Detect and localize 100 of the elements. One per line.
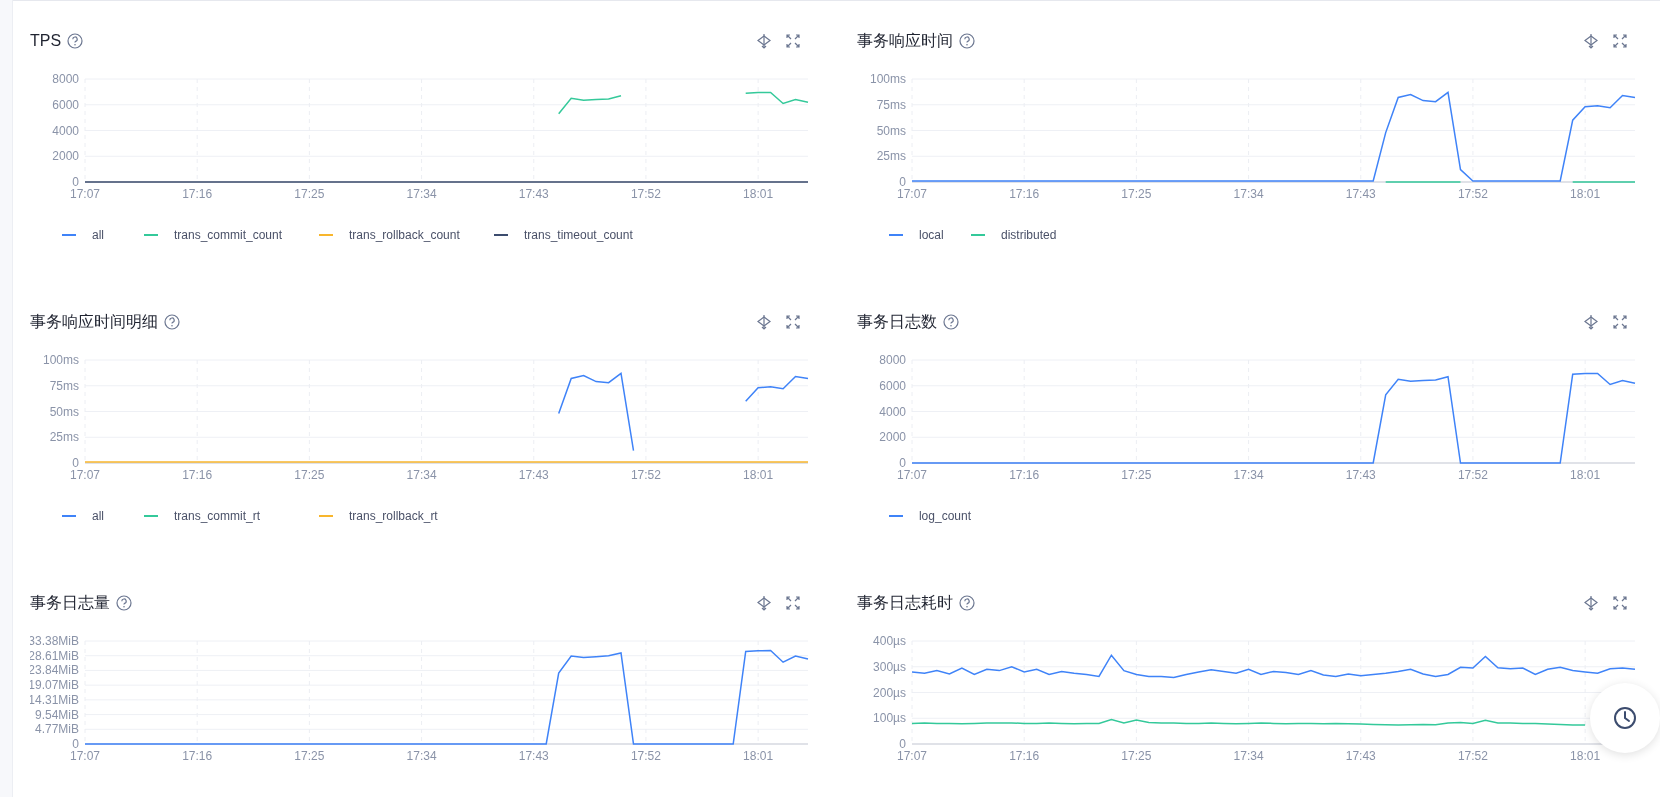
axis-label: 17:16 [1009, 468, 1040, 482]
legend-label[interactable]: trans_commit_count [174, 228, 283, 242]
axis-label: 50ms [49, 404, 79, 419]
axis-label: 0 [899, 456, 906, 470]
axis-label: 200µs [873, 685, 906, 700]
legend-label[interactable]: trans_rollback_rt [349, 509, 438, 523]
axis-label: 17:25 [294, 187, 325, 201]
diamond-arrow-icon[interactable] [756, 595, 772, 611]
axis-label: 18:01 [743, 187, 774, 201]
axis-label: 2000 [52, 149, 79, 164]
axis-label: 17:34 [1233, 468, 1264, 482]
diamond-arrow-icon[interactable] [1583, 595, 1599, 611]
diamond-arrow-icon[interactable] [756, 33, 772, 49]
axis-label: 4000 [879, 404, 906, 419]
axis-label: 25ms [876, 149, 906, 164]
expand-icon[interactable] [786, 34, 800, 48]
legend-label[interactable]: all [92, 509, 104, 523]
chart-title: 事务日志数 [857, 311, 937, 332]
axis-label: 6000 [52, 97, 79, 112]
help-icon[interactable] [943, 314, 959, 330]
axis-label: 17:25 [294, 749, 325, 763]
help-icon[interactable] [164, 314, 180, 330]
axis-label: 18:01 [1570, 187, 1601, 201]
legend-label[interactable]: log_count [918, 509, 971, 523]
axis-label: 17:16 [182, 749, 213, 763]
axis-label: 18:01 [743, 749, 774, 763]
axis-label: 100µs [873, 711, 906, 726]
help-icon[interactable] [116, 595, 132, 611]
axis-label: 17:07 [897, 749, 927, 763]
axis-label: 17:43 [1345, 749, 1376, 763]
axis-label: 9.54MiB [34, 707, 79, 722]
axis-label: 25ms [49, 430, 79, 445]
axis-label: 0 [72, 737, 79, 751]
expand-icon[interactable] [786, 596, 800, 610]
axis-label: 17:43 [518, 468, 549, 482]
legend-label[interactable]: trans_rollback_count [349, 228, 460, 242]
axis-label: 17:16 [1009, 749, 1040, 763]
axis-label: 0 [72, 456, 79, 470]
axis-label: 17:52 [630, 749, 661, 763]
axis-label: 8000 [52, 72, 79, 86]
legend-label[interactable]: trans_commit_rt [174, 509, 261, 523]
axis-label: 17:52 [1457, 468, 1488, 482]
chart-title: 事务响应时间 [857, 30, 953, 51]
axis-label: 17:16 [182, 468, 213, 482]
axis-label: 75ms [49, 378, 79, 393]
axis-label: 18:01 [743, 468, 774, 482]
axis-label: 18:01 [1570, 749, 1601, 763]
clock-icon [1612, 705, 1638, 731]
axis-label: 17:16 [1009, 187, 1040, 201]
axis-label: 17:43 [518, 187, 549, 201]
diamond-arrow-icon[interactable] [1583, 314, 1599, 330]
axis-label: 400µs [873, 634, 906, 648]
help-icon[interactable] [959, 595, 975, 611]
expand-icon[interactable] [786, 315, 800, 329]
axis-label: 17:07 [70, 187, 100, 201]
axis-label: 17:07 [897, 468, 927, 482]
axis-label: 0 [72, 175, 79, 189]
axis-label: 2000 [879, 430, 906, 445]
expand-icon[interactable] [1613, 315, 1627, 329]
help-icon[interactable] [959, 33, 975, 49]
axis-label: 17:16 [182, 187, 213, 201]
axis-label: 17:34 [406, 468, 437, 482]
axis-label: 17:43 [1345, 468, 1376, 482]
legend-label[interactable]: local [919, 228, 944, 242]
axis-label: 19.07MiB [30, 678, 79, 693]
axis-label: 18:01 [1570, 468, 1601, 482]
chart-title: 事务响应时间明细 [30, 311, 158, 332]
axis-label: 17:25 [1121, 468, 1152, 482]
axis-label: 17:43 [1345, 187, 1376, 201]
expand-icon[interactable] [1613, 596, 1627, 610]
axis-label: 17:07 [897, 187, 927, 201]
axis-label: 4000 [52, 123, 79, 138]
axis-label: 6000 [879, 378, 906, 393]
axis-label: 17:07 [70, 468, 100, 482]
axis-label: 100ms [42, 353, 79, 367]
legend-label[interactable]: all [92, 228, 104, 242]
chart-title: TPS [30, 32, 62, 50]
axis-label: 17:25 [1121, 749, 1152, 763]
help-icon[interactable] [67, 33, 84, 49]
axis-label: 17:25 [294, 468, 325, 482]
axis-label: 75ms [876, 97, 906, 112]
expand-icon[interactable] [1613, 34, 1627, 48]
axis-label: 17:34 [406, 187, 437, 201]
history-button[interactable] [1590, 683, 1660, 753]
legend-label[interactable]: distributed [1001, 228, 1057, 242]
axis-label: 8000 [879, 353, 906, 367]
axis-label: 17:52 [1457, 749, 1488, 763]
diamond-arrow-icon[interactable] [756, 314, 772, 330]
axis-label: 0 [899, 175, 906, 189]
axis-label: 17:52 [630, 468, 661, 482]
axis-label: 17:52 [630, 187, 661, 201]
axis-label: 300µs [873, 659, 906, 674]
axis-label: 0 [899, 737, 906, 751]
axis-label: 17:34 [1233, 749, 1264, 763]
axis-label: 17:52 [1457, 187, 1488, 201]
axis-label: 14.31MiB [30, 692, 79, 707]
diamond-arrow-icon[interactable] [1583, 33, 1599, 49]
legend-label[interactable]: trans_timeout_count [524, 228, 633, 242]
chart-title: 事务日志耗时 [857, 592, 953, 613]
axis-label: 17:43 [518, 749, 549, 763]
